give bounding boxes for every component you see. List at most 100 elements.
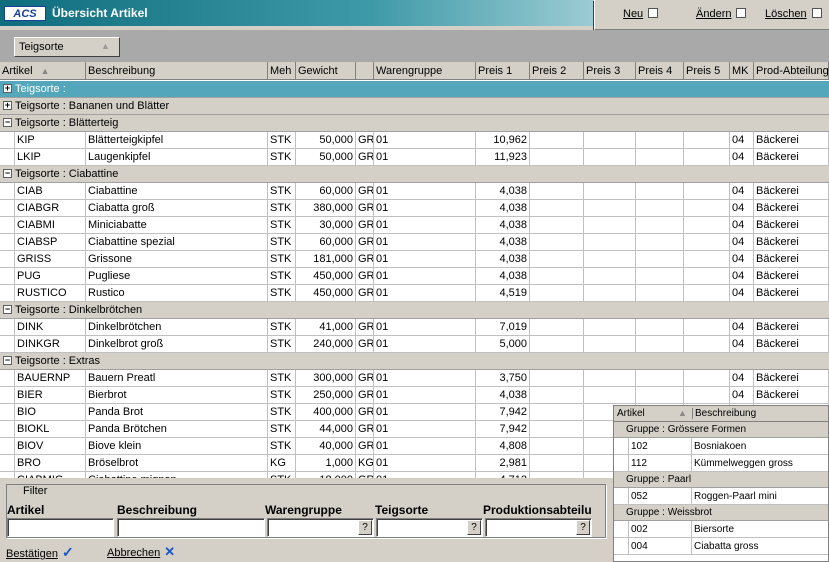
table-row[interactable]: GRISS Grissone STK 181,000 GR 01 4,038 04 Bäcker… xyxy=(0,251,829,268)
column-header-einheit[interactable] xyxy=(356,62,374,80)
cell-preis-1: 7,942 xyxy=(476,421,530,438)
confirm-button[interactable]: Bestätigen ✓ xyxy=(6,544,74,561)
popup-list-item[interactable]: 002 Biersorte xyxy=(614,521,828,538)
collapse-icon[interactable]: − xyxy=(3,169,12,178)
cell-preis-3 xyxy=(584,183,636,200)
teigsorte-lookup-button[interactable]: ? xyxy=(467,520,481,535)
expand-icon[interactable]: + xyxy=(3,84,12,93)
new-button[interactable]: Neu xyxy=(623,8,659,20)
popup-list-item[interactable]: 004 Ciabatta gross xyxy=(614,538,828,555)
collapse-icon[interactable]: − xyxy=(3,356,12,365)
group-label: Teigsorte : Blätterteig xyxy=(15,117,119,129)
cell-artikel: BAUERNP xyxy=(14,370,86,387)
beschreibung-filter-input[interactable] xyxy=(117,518,265,537)
cell-preis-3 xyxy=(584,285,636,302)
cell-preis-4 xyxy=(636,217,684,234)
cell-preis-3 xyxy=(584,234,636,251)
filter-legend: Filter xyxy=(21,485,50,497)
cell-warengruppe: 01 xyxy=(374,438,476,455)
popup-header-artikel[interactable]: Artikel xyxy=(617,408,645,419)
popup-list-item[interactable]: 052 Roggen-Paarl mini xyxy=(614,488,828,505)
cell-preis-1: 4,519 xyxy=(476,285,530,302)
group-row[interactable]: − Teigsorte : Extras xyxy=(0,353,829,370)
cell-artikel: DINKGR xyxy=(14,336,86,353)
cell-meh: STK xyxy=(268,132,296,149)
table-row[interactable]: CIABGR Ciabatta groß STK 380,000 GR 01 4,038 04… xyxy=(0,200,829,217)
popup-group-row[interactable]: Gruppe : Weissbrot xyxy=(614,505,828,521)
cell-meh: STK xyxy=(268,149,296,166)
delete-button[interactable]: Löschen xyxy=(765,8,822,20)
cell-beschreibung: Ciabatta groß xyxy=(86,200,268,217)
table-row[interactable]: KIP Blätterteigkipfel STK 50,000 GR 01 10,962 0… xyxy=(0,132,829,149)
cell-preis-1: 5,000 xyxy=(476,336,530,353)
column-header-meh[interactable]: Meh xyxy=(268,62,296,80)
table-row[interactable]: PUG Pugliese STK 450,000 GR 01 4,038 04 Bäckerei xyxy=(0,268,829,285)
cell-preis-2 xyxy=(530,234,584,251)
cell-warengruppe: 01 xyxy=(374,404,476,421)
column-header-preis-5[interactable]: Preis 5 xyxy=(684,62,730,80)
popup-list-item[interactable]: 112 Kümmelweggen gross xyxy=(614,455,828,472)
cell-preis-4 xyxy=(636,319,684,336)
group-chip-label: Teigsorte xyxy=(19,41,64,53)
cell-preis-3 xyxy=(584,217,636,234)
cell-mk: 04 xyxy=(730,200,754,217)
table-row[interactable]: DINKGR Dinkelbrot groß STK 240,000 GR 01 5,000… xyxy=(0,336,829,353)
artikel-filter-input[interactable] xyxy=(7,518,114,537)
table-row[interactable]: CIABMI Miniciabatte STK 30,000 GR 01 4,038 04 Bä… xyxy=(0,217,829,234)
cell-preis-4 xyxy=(636,336,684,353)
column-header-mk[interactable]: MK xyxy=(730,62,754,80)
cell-beschreibung: Bröselbrot xyxy=(86,455,268,472)
cell-preis-2 xyxy=(530,200,584,217)
table-row[interactable]: BAUERNP Bauern Preatl STK 300,000 GR 01 3,750 0… xyxy=(0,370,829,387)
warengruppe-lookup-button[interactable]: ? xyxy=(358,520,372,535)
cell-einheit: GR xyxy=(356,387,374,404)
column-header-gewicht[interactable]: Gewicht xyxy=(296,62,356,80)
cell-preis-5 xyxy=(684,370,730,387)
cell-prod-abteilung: Bäckerei xyxy=(754,132,829,149)
group-row[interactable]: + Teigsorte : Bananen und Blätter xyxy=(0,98,829,115)
column-header-beschreibung[interactable]: Beschreibung xyxy=(86,62,268,80)
collapse-icon[interactable]: − xyxy=(3,305,12,314)
popup-group-row[interactable]: Gruppe : Paarl xyxy=(614,472,828,488)
popup-cell-beschreibung: Roggen-Paarl mini xyxy=(694,491,777,502)
popup-group-row[interactable]: Gruppe : Grössere Formen xyxy=(614,422,828,438)
group-row[interactable]: + Teigsorte : xyxy=(0,81,829,98)
column-header-warengruppe[interactable]: Warengruppe xyxy=(374,62,476,80)
filter-label-artikel: Artikel xyxy=(7,503,45,517)
cell-mk: 04 xyxy=(730,251,754,268)
cell-gewicht: 240,000 xyxy=(296,336,356,353)
cell-preis-1: 4,038 xyxy=(476,251,530,268)
group-by-teigsorte-chip[interactable]: Teigsorte ▲ xyxy=(14,37,120,57)
table-row[interactable]: BIER Bierbrot STK 250,000 GR 01 4,038 04 Bäckere… xyxy=(0,387,829,404)
column-header-artikel[interactable]: Artikel ▲ xyxy=(0,62,86,80)
expand-icon[interactable]: + xyxy=(3,101,12,110)
edit-button[interactable]: Ändern xyxy=(696,8,747,20)
table-row[interactable]: RUSTICO Rustico STK 450,000 GR 01 4,519 04 Bäcke… xyxy=(0,285,829,302)
popup-list-item[interactable]: 102 Bosniakoen xyxy=(614,438,828,455)
table-row[interactable]: CIAB Ciabattine STK 60,000 GR 01 4,038 04 Bäcker… xyxy=(0,183,829,200)
cell-artikel: GRISS xyxy=(14,251,86,268)
cell-mk: 04 xyxy=(730,285,754,302)
cell-preis-3 xyxy=(584,370,636,387)
cell-preis-1: 4,038 xyxy=(476,268,530,285)
cell-prod-abteilung: Bäckerei xyxy=(754,336,829,353)
group-row[interactable]: − Teigsorte : Blätterteig xyxy=(0,115,829,132)
cancel-button[interactable]: Abbrechen ✕ xyxy=(107,544,175,560)
group-row[interactable]: − Teigsorte : Dinkelbrötchen xyxy=(0,302,829,319)
column-header-preis-4[interactable]: Preis 4 xyxy=(636,62,684,80)
group-row[interactable]: − Teigsorte : Ciabattine xyxy=(0,166,829,183)
column-header-prod-abteilung[interactable]: Prod-Abteilung xyxy=(754,62,829,80)
column-header-preis-2[interactable]: Preis 2 xyxy=(530,62,584,80)
cell-warengruppe: 01 xyxy=(374,200,476,217)
column-header-preis-1[interactable]: Preis 1 xyxy=(476,62,530,80)
collapse-icon[interactable]: − xyxy=(3,118,12,127)
cell-artikel: DINK xyxy=(14,319,86,336)
produktionsabteilung-lookup-button[interactable]: ? xyxy=(576,520,590,535)
table-row[interactable]: LKIP Laugenkipfel STK 50,000 GR 01 11,923 04 Bäc… xyxy=(0,149,829,166)
cell-artikel: LKIP xyxy=(14,149,86,166)
table-row[interactable]: DINK Dinkelbrötchen STK 41,000 GR 01 7,019 04 Bä… xyxy=(0,319,829,336)
table-row[interactable]: CIABSP Ciabattine spezial STK 60,000 GR 01 4,0… xyxy=(0,234,829,251)
column-header-preis-3[interactable]: Preis 3 xyxy=(584,62,636,80)
popup-header-beschreibung[interactable]: Beschreibung xyxy=(692,408,756,419)
cell-einheit: KG xyxy=(356,455,374,472)
